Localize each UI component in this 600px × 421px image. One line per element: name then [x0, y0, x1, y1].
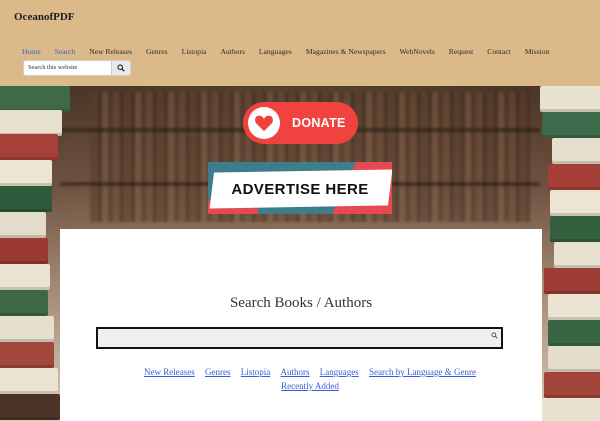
header-search-input[interactable]: Search this website [24, 61, 111, 75]
book [0, 342, 54, 368]
nav-item-mission[interactable]: Mission [525, 47, 549, 59]
advertise-banner[interactable]: ADVERTISE HERE [208, 162, 392, 214]
site-title[interactable]: OceanofPDF [14, 11, 74, 23]
book-search-input[interactable] [98, 329, 487, 347]
book [0, 186, 52, 212]
book [0, 212, 46, 238]
quick-links: New Releases Genres Listopia Authors Lan… [120, 365, 500, 393]
book [0, 368, 58, 394]
book [552, 138, 600, 164]
book [548, 294, 600, 320]
search-icon [490, 331, 498, 339]
book [542, 398, 600, 421]
heart-icon [255, 115, 273, 132]
book [548, 320, 600, 346]
book [542, 112, 600, 138]
book [550, 216, 600, 242]
book [0, 264, 50, 290]
search-card: Search Books / Authors New Releases Genr… [60, 229, 542, 421]
advertise-label: ADVERTISE HERE [231, 180, 369, 198]
book [540, 86, 600, 112]
site-header: OceanofPDF Home Search New Releases Genr… [0, 0, 600, 86]
page-title: Search Books / Authors [229, 295, 373, 311]
main-nav: Home Search New Releases Genres Listopia… [22, 47, 563, 59]
book [550, 190, 600, 216]
nav-item-languages[interactable]: Languages [259, 47, 292, 59]
heart-badge [248, 107, 280, 139]
nav-item-authors[interactable]: Authors [220, 47, 244, 59]
donate-label: DONATE [292, 116, 346, 130]
nav-item-home[interactable]: Home [22, 47, 41, 59]
link-languages[interactable]: Languages [320, 367, 359, 377]
link-authors[interactable]: Authors [281, 367, 310, 377]
link-search-by-language-genre[interactable]: Search by Language & Genre [369, 367, 476, 377]
donate-button[interactable]: DONATE [243, 102, 358, 144]
book [0, 86, 70, 112]
book-search-button[interactable] [487, 329, 501, 341]
book [554, 242, 600, 268]
book [0, 394, 60, 420]
book [0, 110, 62, 136]
nav-item-new-releases[interactable]: New Releases [89, 47, 132, 59]
book [0, 160, 52, 186]
header-search: Search this website [24, 61, 130, 75]
search-icon [117, 64, 125, 72]
book [0, 290, 48, 316]
nav-item-request[interactable]: Request [449, 47, 473, 59]
nav-item-genres[interactable]: Genres [146, 47, 168, 59]
link-recently-added[interactable]: Recently Added [281, 381, 339, 391]
nav-item-magazines-newspapers[interactable]: Magazines & Newspapers [306, 47, 386, 59]
book [548, 164, 600, 190]
nav-item-search[interactable]: Search [55, 47, 76, 59]
link-genres[interactable]: Genres [205, 367, 231, 377]
book [548, 346, 600, 372]
book [0, 316, 54, 342]
book [544, 372, 600, 398]
book [0, 134, 58, 160]
book-search-box [96, 327, 503, 349]
nav-item-contact[interactable]: Contact [487, 47, 511, 59]
nav-item-webnovels[interactable]: WebNovels [400, 47, 435, 59]
nav-item-listopia[interactable]: Listopia [182, 47, 207, 59]
book [0, 238, 48, 264]
link-new-releases[interactable]: New Releases [144, 367, 195, 377]
link-listopia[interactable]: Listopia [241, 367, 271, 377]
header-search-button[interactable] [111, 61, 130, 75]
book [544, 268, 600, 294]
